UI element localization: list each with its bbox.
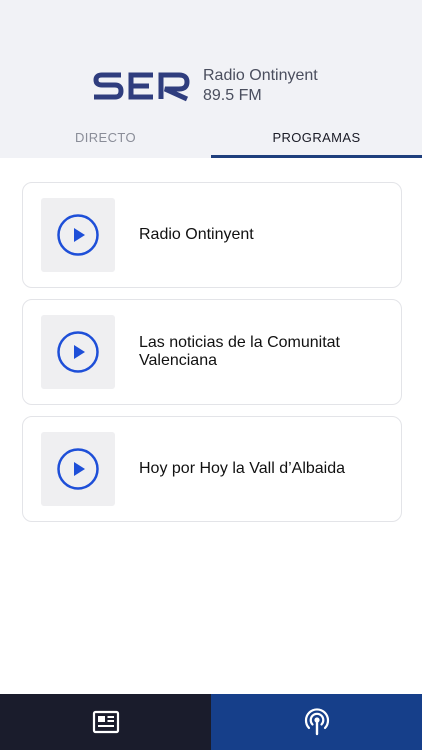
ser-logo (93, 72, 190, 102)
program-title: Radio Ontinyent (139, 226, 254, 243)
tab-directo[interactable]: DIRECTO (0, 116, 211, 158)
program-thumbnail (41, 432, 115, 506)
program-card[interactable]: Las noticias de la Comunitat Valenciana (22, 299, 402, 405)
program-card[interactable]: Radio Ontinyent (22, 182, 402, 288)
play-icon[interactable] (56, 330, 100, 374)
program-list: Radio Ontinyent Las noticias de la Comun… (22, 182, 402, 533)
station-name: Radio Ontinyent (203, 67, 318, 84)
app-header: Radio Ontinyent 89.5 FM DIRECTO PROGRAMA… (0, 0, 422, 158)
play-icon[interactable] (56, 213, 100, 257)
station-info: Radio Ontinyent 89.5 FM (203, 66, 318, 106)
program-card[interactable]: Hoy por Hoy la Vall d’Albaida (22, 416, 402, 522)
radio-broadcast-icon (304, 708, 329, 736)
play-icon[interactable] (56, 447, 100, 491)
nav-radio-button[interactable] (211, 694, 422, 750)
brand-block: Radio Ontinyent 89.5 FM (91, 66, 318, 106)
station-frequency: 89.5 FM (203, 87, 262, 104)
news-icon (92, 710, 119, 734)
bottom-navigation (0, 694, 422, 750)
program-thumbnail (41, 198, 115, 272)
tab-programas[interactable]: PROGRAMAS (211, 116, 422, 158)
program-title: Hoy por Hoy la Vall d’Albaida (139, 460, 346, 477)
tab-bar: DIRECTO PROGRAMAS (0, 116, 422, 158)
program-thumbnail (41, 315, 115, 389)
nav-news-button[interactable] (0, 694, 211, 750)
program-title: Las noticias de la Comunitat Valenciana (139, 334, 340, 369)
